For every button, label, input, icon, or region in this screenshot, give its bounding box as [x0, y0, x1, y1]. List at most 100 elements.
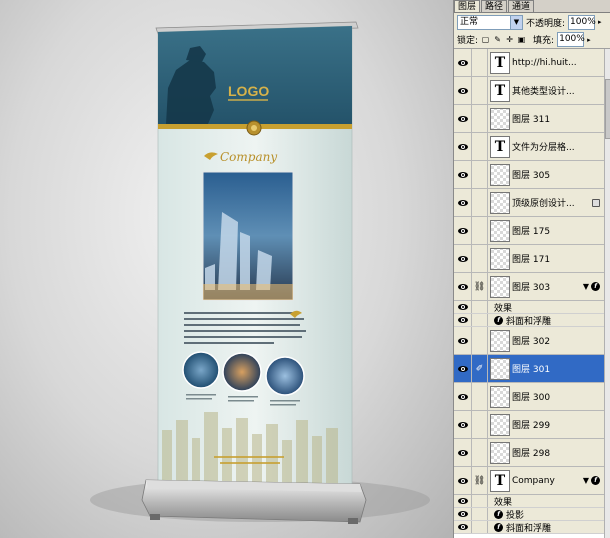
triangle-expand-icon[interactable]: ▼: [583, 476, 589, 485]
link-cell[interactable]: [472, 105, 488, 132]
visibility-toggle[interactable]: [454, 508, 472, 520]
link-cell[interactable]: [472, 411, 488, 438]
fx-icon: f: [494, 522, 503, 532]
visibility-toggle[interactable]: [454, 467, 472, 494]
layer-row[interactable]: 图层 300: [454, 383, 604, 411]
link-cell[interactable]: [472, 161, 488, 188]
visibility-toggle[interactable]: [454, 273, 472, 300]
visibility-toggle[interactable]: [454, 327, 472, 354]
tab-channels[interactable]: 通道: [508, 0, 535, 12]
visibility-toggle[interactable]: [454, 439, 472, 466]
effect-label: f 投影: [488, 508, 524, 521]
layer-row[interactable]: 顶级原创设计...: [454, 189, 604, 217]
eye-icon: [457, 115, 468, 122]
tab-paths[interactable]: 路径: [481, 0, 508, 12]
visibility-toggle[interactable]: [454, 495, 472, 507]
layer-row[interactable]: T 文件为分层格...: [454, 133, 604, 161]
lock-position-icon[interactable]: ✛: [505, 35, 514, 44]
lock-row: 锁定: ▢ ✎ ✛ ▣ 填充: 100% ▸: [454, 31, 610, 49]
layer-name: 图层 300: [512, 393, 551, 403]
eye-icon: [457, 283, 468, 290]
visibility-toggle[interactable]: [454, 161, 472, 188]
link-cell[interactable]: [472, 49, 488, 76]
opacity-input[interactable]: 100%: [568, 14, 596, 30]
layer-row[interactable]: 图层 299: [454, 411, 604, 439]
effect-bevel-row[interactable]: f 斜面和浮雕: [454, 314, 604, 327]
blend-mode-select[interactable]: 正常 ▼: [457, 14, 523, 30]
effects-header-row[interactable]: 效果: [454, 301, 604, 314]
layer-list-scrollbar[interactable]: [604, 49, 610, 538]
fill-arrow-icon[interactable]: ▸: [587, 36, 593, 44]
link-cell[interactable]: [472, 133, 488, 160]
fill-input[interactable]: 100%: [557, 32, 585, 47]
visibility-toggle[interactable]: [454, 133, 472, 160]
effect-label: f 斜面和浮雕: [488, 521, 551, 534]
lock-transparency-icon[interactable]: ▢: [481, 35, 490, 44]
link-cell[interactable]: [472, 327, 488, 354]
link-cell[interactable]: ⛓: [472, 467, 488, 494]
layer-row[interactable]: 图层 302: [454, 327, 604, 355]
visibility-toggle[interactable]: [454, 77, 472, 104]
visibility-toggle[interactable]: [454, 355, 472, 382]
layer-thumbnail: [490, 163, 510, 186]
link-cell[interactable]: [472, 439, 488, 466]
layer-row[interactable]: T 其他类型设计...: [454, 77, 604, 105]
layer-row[interactable]: ⛓ 图层 303 ▼ f: [454, 273, 604, 301]
effect-name: 投影: [506, 510, 525, 521]
blend-mode-value: 正常: [460, 16, 479, 27]
banner-logo: LOGO: [228, 83, 269, 99]
opacity-arrow-icon[interactable]: ▸: [598, 18, 604, 26]
eye-icon: [457, 498, 468, 504]
eye-icon: [457, 227, 468, 234]
layer-name: 图层 171: [512, 255, 551, 265]
tab-layers[interactable]: 图层: [454, 0, 481, 12]
layer-row[interactable]: ⛓ T Company ▼ f: [454, 467, 604, 495]
layer-row[interactable]: ✐ 图层 301: [454, 355, 604, 383]
visibility-toggle[interactable]: [454, 314, 472, 326]
layer-row[interactable]: 图层 298: [454, 439, 604, 467]
visibility-toggle[interactable]: [454, 521, 472, 533]
layer-row[interactable]: 图层 171: [454, 245, 604, 273]
layer-row[interactable]: Thttp://hi.huit...: [454, 49, 604, 77]
link-cell[interactable]: [472, 189, 488, 216]
link-cell[interactable]: ✐: [472, 355, 488, 382]
brush-icon: ✐: [475, 363, 484, 374]
effect-bevel-row[interactable]: f 斜面和浮雕: [454, 521, 604, 534]
layer-row[interactable]: 图层 175: [454, 217, 604, 245]
visibility-toggle[interactable]: [454, 105, 472, 132]
link-cell[interactable]: [472, 245, 488, 272]
effect-label: 效果: [488, 301, 512, 314]
effect-shadow-row[interactable]: f 投影: [454, 508, 604, 521]
visibility-toggle[interactable]: [454, 217, 472, 244]
visibility-toggle[interactable]: [454, 49, 472, 76]
visibility-toggle[interactable]: [454, 383, 472, 410]
effects-header-row[interactable]: 效果: [454, 495, 604, 508]
link-cell[interactable]: ⛓: [472, 273, 488, 300]
link-cell[interactable]: [472, 217, 488, 244]
opacity-label: 不透明度:: [526, 18, 566, 29]
link-icon: ⛓: [473, 475, 486, 486]
fx-icon: f: [591, 476, 600, 485]
layer-name: 图层 298: [512, 449, 551, 459]
visibility-toggle[interactable]: [454, 245, 472, 272]
lock-all-icon[interactable]: ▣: [517, 35, 526, 44]
lock-image-icon[interactable]: ✎: [493, 35, 502, 44]
visibility-toggle[interactable]: [454, 189, 472, 216]
text-layer-thumbnail: T: [490, 51, 510, 74]
fx-badges[interactable]: ▼ f: [583, 282, 600, 291]
fx-badges[interactable]: ▼ f: [583, 476, 600, 485]
link-cell[interactable]: [472, 77, 488, 104]
layer-row[interactable]: 图层 305: [454, 161, 604, 189]
visibility-toggle[interactable]: [454, 411, 472, 438]
layer-name: Company: [512, 475, 555, 486]
visibility-toggle[interactable]: [454, 301, 472, 313]
effect-name: 效果: [494, 303, 513, 314]
eye-icon: [457, 524, 468, 530]
scroll-thumb[interactable]: [605, 79, 610, 139]
photo-circle-3: [265, 356, 305, 396]
canvas-preview: LOGO Company: [0, 0, 453, 538]
layer-row[interactable]: 图层 311: [454, 105, 604, 133]
banner-illustration: LOGO Company: [90, 21, 430, 524]
triangle-expand-icon[interactable]: ▼: [583, 282, 589, 291]
link-cell[interactable]: [472, 383, 488, 410]
